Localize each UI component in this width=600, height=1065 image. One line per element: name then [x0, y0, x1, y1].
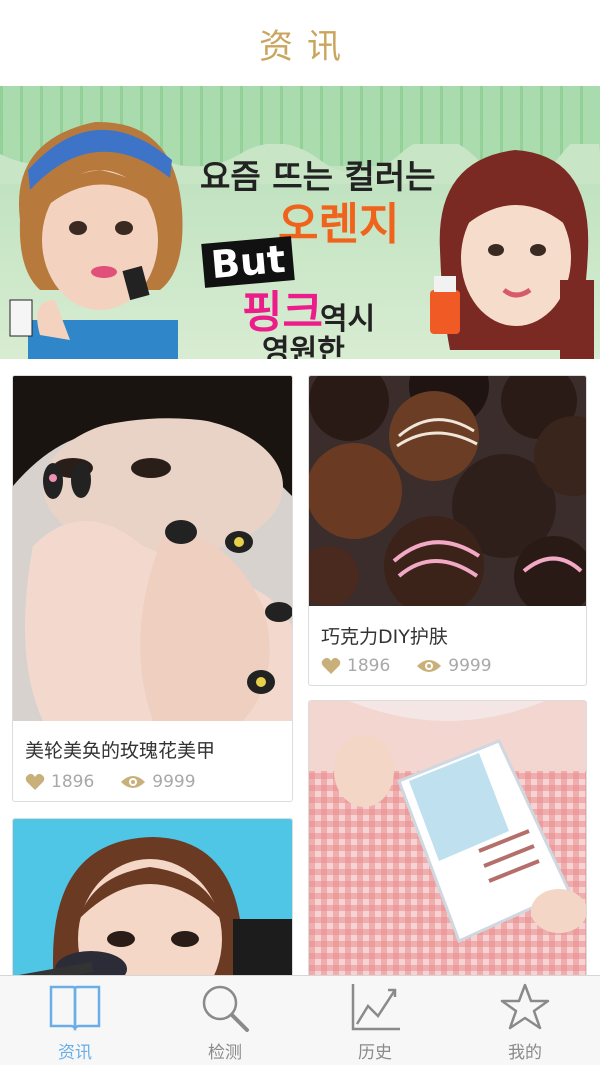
book-icon: [49, 985, 101, 1032]
likes-stat: 1896: [25, 772, 94, 792]
tab-label-detect: 检测: [208, 1043, 242, 1063]
likes-stat: 1896: [321, 656, 390, 676]
banner-model-right: [430, 150, 594, 359]
article-card[interactable]: 巧克力DIY护肤 1896 9999: [308, 375, 587, 686]
article-image-chocolate: [309, 376, 586, 606]
likes-count: 1896: [347, 656, 391, 676]
likes-count: 1896: [51, 772, 95, 792]
search-icon: [202, 985, 249, 1032]
article-image-nails: [13, 376, 292, 721]
tab-history[interactable]: 历史: [300, 976, 450, 1065]
views-count: 9999: [152, 772, 196, 792]
article-stats: 1896 9999: [25, 772, 222, 792]
article-image-mask: [309, 701, 586, 1011]
tab-label-history: 历史: [358, 1043, 392, 1063]
heart-icon: [25, 773, 45, 790]
star-icon: [500, 983, 550, 1030]
views-stat: 9999: [120, 772, 196, 792]
chart-icon: [351, 984, 400, 1031]
eye-icon: [121, 776, 146, 788]
tab-label-mine: 我的: [508, 1043, 542, 1063]
app-screen: 资讯 요즘 뜨는 컬러는 오렌지 But 핑크 역시 영원한 美轮美奂的玫瑰花美…: [0, 0, 600, 1065]
tab-mine[interactable]: 我的: [450, 976, 600, 1065]
article-card[interactable]: 美轮美奂的玫瑰花美甲 1896 9999: [12, 375, 293, 802]
article-stats: 1896 9999: [321, 656, 518, 676]
article-title: 巧克力DIY护肤: [321, 626, 448, 648]
heart-icon: [321, 657, 341, 674]
views-stat: 9999: [416, 656, 492, 676]
tab-label-news: 资讯: [58, 1043, 92, 1063]
banner-model-left: [9, 121, 183, 359]
views-count: 9999: [448, 656, 492, 676]
eye-icon: [417, 660, 442, 672]
banner-text-forever: 영원한: [262, 334, 345, 359]
banner-text-orange: 오렌지: [278, 199, 400, 250]
promo-banner[interactable]: 요즘 뜨는 컬러는 오렌지 But 핑크 역시 영원한: [0, 86, 600, 359]
page-title: 资讯: [259, 26, 355, 67]
tab-detect[interactable]: 检测: [150, 976, 300, 1065]
header: 资讯: [0, 0, 600, 87]
article-title: 美轮美奂的玫瑰花美甲: [25, 740, 216, 762]
tab-news[interactable]: 资讯: [0, 976, 150, 1065]
bottom-tab-bar: 资讯 检测 历史 我的: [0, 975, 600, 1065]
article-card[interactable]: [308, 700, 587, 1012]
